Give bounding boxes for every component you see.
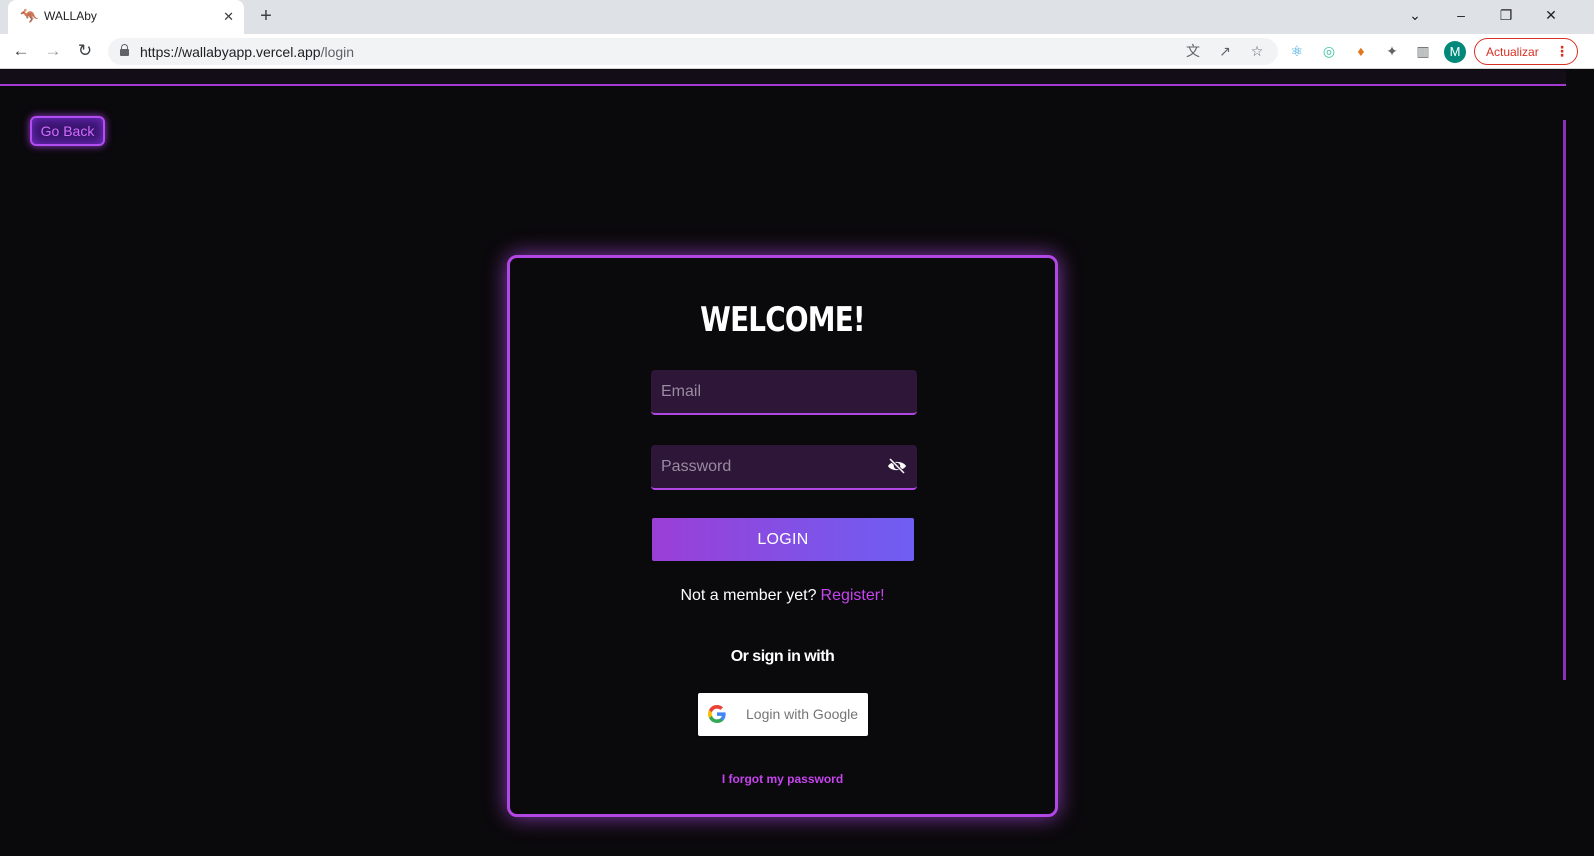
browser-tab[interactable]: 🦘 WALLAby ✕ bbox=[8, 0, 244, 34]
bookmark-star-icon[interactable]: ☆ bbox=[1248, 42, 1266, 60]
close-window-icon[interactable]: ✕ bbox=[1541, 5, 1561, 25]
email-field[interactable] bbox=[651, 370, 881, 413]
tab-title: WALLAby bbox=[44, 9, 97, 23]
go-back-button[interactable]: Go Back bbox=[30, 116, 105, 146]
forward-arrow-icon[interactable]: → bbox=[42, 40, 64, 62]
forgot-password-link[interactable]: I forgot my password bbox=[510, 772, 1055, 786]
register-prompt: Not a member yet? bbox=[680, 587, 817, 604]
minimize-icon[interactable]: – bbox=[1451, 5, 1471, 25]
page-title: WELCOME! bbox=[700, 300, 865, 340]
page-scrollbar[interactable] bbox=[1563, 120, 1566, 680]
update-label: Actualizar bbox=[1486, 45, 1539, 59]
profile-avatar[interactable]: M bbox=[1444, 41, 1466, 63]
google-g-icon bbox=[708, 705, 726, 723]
google-login-label: Login with Google bbox=[746, 706, 859, 722]
browser-toolbar: ← → ↻ https://wallabyapp.vercel.app/logi… bbox=[0, 34, 1594, 69]
browser-tabstrip: 🦘 WALLAby ✕ + ⌄ – ❐ ✕ bbox=[0, 0, 1594, 34]
login-card: WELCOME! LOGIN Not a member yet?Register… bbox=[507, 255, 1058, 817]
login-button[interactable]: LOGIN bbox=[652, 518, 914, 561]
extension-ring-icon[interactable]: ◎ bbox=[1320, 42, 1338, 60]
share-icon[interactable]: ↗ bbox=[1216, 42, 1234, 60]
password-field[interactable] bbox=[651, 445, 881, 488]
page-header-bar bbox=[0, 70, 1566, 86]
close-tab-icon[interactable]: ✕ bbox=[223, 8, 234, 26]
password-field-wrapper bbox=[651, 445, 917, 490]
address-bar[interactable]: https://wallabyapp.vercel.app/login 文 ↗ … bbox=[108, 38, 1278, 65]
reload-icon[interactable]: ↻ bbox=[74, 40, 96, 62]
or-sign-in-label: Or sign in with bbox=[730, 648, 835, 665]
register-row: Not a member yet? Register! bbox=[510, 587, 1055, 605]
eye-slash-icon[interactable] bbox=[887, 458, 907, 474]
register-link[interactable]: Register! bbox=[821, 587, 885, 604]
restore-icon[interactable]: ❐ bbox=[1496, 5, 1516, 25]
metamask-icon[interactable]: ♦ bbox=[1352, 42, 1370, 60]
tab-search-icon[interactable]: ⌄ bbox=[1405, 5, 1425, 25]
url-text[interactable]: https://wallabyapp.vercel.app/login bbox=[140, 44, 354, 60]
update-button[interactable]: Actualizar ⋮ bbox=[1474, 38, 1578, 65]
google-login-button[interactable]: Login with Google bbox=[698, 693, 868, 736]
back-arrow-icon[interactable]: ← bbox=[10, 40, 32, 62]
more-vertical-icon: ⋮ bbox=[1555, 43, 1569, 59]
new-tab-button[interactable]: + bbox=[256, 5, 276, 27]
react-devtools-icon[interactable]: ⚛ bbox=[1288, 42, 1306, 60]
translate-icon[interactable]: 文 bbox=[1184, 42, 1202, 60]
email-field-wrapper bbox=[651, 370, 917, 415]
side-panel-icon[interactable]: ▥ bbox=[1414, 42, 1432, 60]
extensions-puzzle-icon[interactable]: ✦ bbox=[1383, 42, 1401, 60]
page: Go Back WELCOME! LOGIN Not a member yet?… bbox=[0, 70, 1594, 856]
lock-icon bbox=[120, 44, 129, 56]
kangaroo-icon: 🦘 bbox=[20, 8, 39, 25]
